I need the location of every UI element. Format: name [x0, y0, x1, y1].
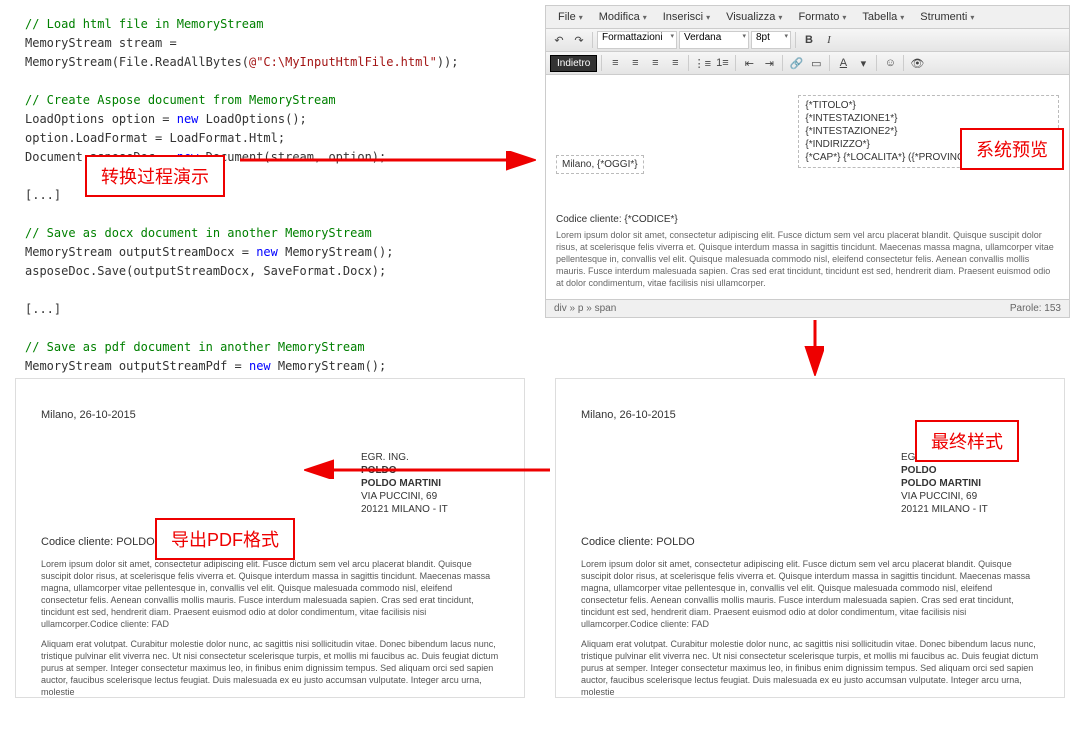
pdf-paragraph: Lorem ipsum dolor sit amet, consectetur … [41, 558, 499, 630]
menu-modifica[interactable]: Modifica [591, 8, 655, 26]
pdf-paragraph: Aliquam erat volutpat. Curabitur molesti… [581, 638, 1039, 698]
code-line: MemoryStream outputStreamDocx = new Memo… [25, 243, 520, 262]
image-icon[interactable]: ▭ [807, 54, 825, 72]
word-count: Parole: 153 [1010, 303, 1061, 314]
code-ellipsis: [...] [25, 300, 520, 319]
toolbar-row-1: ↶ ↷ Formattazioni Verdana 8pt B I [546, 29, 1069, 52]
format-select[interactable]: Formattazioni [597, 31, 677, 49]
number-list-icon[interactable]: 1≡ [713, 54, 731, 72]
breadcrumb-path[interactable]: div » p » span [554, 303, 616, 314]
code-comment: // Create Aspose document from MemoryStr… [25, 93, 336, 107]
annotation-export-pdf: 导出PDF格式 [155, 518, 295, 560]
date-placeholder: Milano, {*OGGI*} [556, 155, 644, 174]
pdf-codice: Codice cliente: POLDO [581, 536, 1039, 548]
annotation-system-preview: 系统预览 [960, 128, 1064, 170]
pdf-paragraph: Aliquam erat volutpat. Curabitur molesti… [41, 638, 499, 698]
menu-file[interactable]: File [550, 8, 591, 26]
pdf-paragraph: Lorem ipsum dolor sit amet, consectetur … [581, 558, 1039, 630]
align-left-icon[interactable]: ≡ [606, 54, 624, 72]
menu-bar: File Modifica Inserisci Visualizza Forma… [546, 6, 1069, 29]
code-line: asposeDoc.Save(outputStreamDocx, SaveFor… [25, 262, 520, 281]
italic-button[interactable]: I [820, 31, 838, 49]
menu-tabella[interactable]: Tabella [854, 8, 912, 26]
text-color-icon[interactable]: A [834, 54, 852, 72]
pdf-date: Milano, 26-10-2015 [41, 409, 499, 421]
code-comment: // Save as docx document in another Memo… [25, 226, 372, 240]
annotation-transform-demo: 转换过程演示 [85, 155, 225, 197]
code-comment: // Save as pdf document in another Memor… [25, 340, 365, 354]
bg-color-icon[interactable]: ▾ [854, 54, 872, 72]
indietro-button[interactable]: Indietro [550, 55, 597, 72]
outdent-icon[interactable]: ⇤ [740, 54, 758, 72]
menu-inserisci[interactable]: Inserisci [655, 8, 718, 26]
menu-visualizza[interactable]: Visualizza [718, 8, 790, 26]
align-right-icon[interactable]: ≡ [646, 54, 664, 72]
code-comment: // Load html file in MemoryStream [25, 17, 263, 31]
indent-icon[interactable]: ⇥ [760, 54, 778, 72]
preview-icon[interactable]: 👁 [908, 54, 926, 72]
size-select[interactable]: 8pt [751, 31, 791, 49]
link-icon[interactable]: 🔗 [787, 54, 805, 72]
editor-content-area[interactable]: Milano, {*OGGI*} {*TITOLO*} {*INTESTAZIO… [546, 75, 1069, 299]
codice-line: Codice cliente: {*CODICE*} [556, 214, 1059, 225]
redo-icon[interactable]: ↷ [570, 31, 588, 49]
menu-strumenti[interactable]: Strumenti [912, 8, 982, 26]
emoji-icon[interactable]: ☺ [881, 54, 899, 72]
arrow-right-1 [240, 140, 540, 180]
code-line: LoadOptions option = new LoadOptions(); [25, 110, 520, 129]
menu-formato[interactable]: Formato [790, 8, 854, 26]
toolbar-row-2: Indietro ≡ ≡ ≡ ≡ ⋮≡ 1≡ ⇤ ⇥ 🔗 ▭ A ▾ ☺ 👁 [546, 52, 1069, 75]
align-justify-icon[interactable]: ≡ [666, 54, 684, 72]
align-center-icon[interactable]: ≡ [626, 54, 644, 72]
code-line: MemoryStream outputStreamPdf = new Memor… [25, 357, 520, 376]
bullet-list-icon[interactable]: ⋮≡ [693, 54, 711, 72]
bold-button[interactable]: B [800, 31, 818, 49]
annotation-final-style: 最终样式 [915, 420, 1019, 462]
lorem-text: Lorem ipsum dolor sit amet, consectetur … [556, 229, 1059, 289]
undo-icon[interactable]: ↶ [550, 31, 568, 49]
arrow-left-1 [300, 450, 560, 490]
code-line: MemoryStream stream = MemoryStream(File.… [25, 34, 520, 72]
font-select[interactable]: Verdana [679, 31, 749, 49]
editor-status-bar: div » p » span Parole: 153 [546, 299, 1069, 317]
arrow-down-1 [800, 320, 840, 380]
